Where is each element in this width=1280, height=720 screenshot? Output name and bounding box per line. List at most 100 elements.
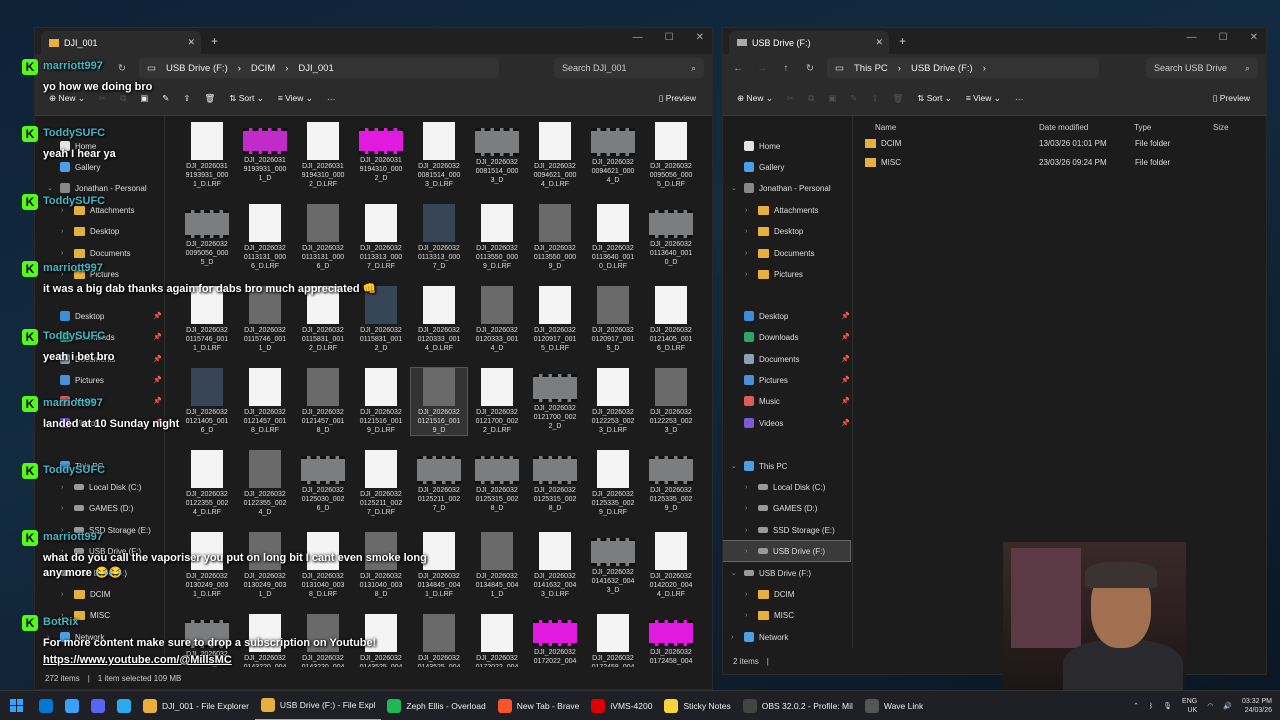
volume-icon[interactable]: 🔊 [1223,702,1232,710]
file-item[interactable]: DJI_2026032 0120917_001 5_D.LRF [527,286,583,353]
file-item[interactable]: DJI_2026032 0122355_002 4_D [237,450,293,517]
chevron-icon[interactable]: › [61,207,69,214]
taskbar-app[interactable]: Wave Link [859,691,929,720]
file-item[interactable]: DJI_2026032 0125211_002 7_D.LRF [353,450,409,517]
file-item[interactable]: DJI_2026032 0113313_000 7_D.LRF [353,204,409,271]
file-item[interactable]: DJI_2026032 0121700_002 2_D [527,368,583,431]
taskbar-app[interactable]: Sticky Notes [658,691,736,720]
cut-icon[interactable]: ✂ [787,93,794,104]
sidebar-item[interactable]: › GAMES (D:) [35,498,162,518]
tab-usb[interactable]: USB Drive (F:) ✕ [729,31,889,54]
sidebar-item[interactable]: ⌄ This PC [723,456,850,476]
chevron-icon[interactable]: ⌄ [731,184,739,192]
crumb-dji[interactable]: DJI_001 [298,63,333,74]
chevron-icon[interactable]: › [745,250,753,257]
file-item[interactable]: DJI_2026032 0125211_002 7_D [411,450,467,513]
close-icon[interactable]: ✕ [696,32,704,43]
taskbar-app[interactable]: OBS 32.0.2 - Profile: Mil [737,691,859,720]
sort-button[interactable]: ⇅ Sort ⌄ [917,93,952,104]
file-item[interactable]: DJI_2026032 0113131_000 6_D [295,204,351,271]
table-row[interactable]: MISC 23/03/26 09:24 PM File folder [865,153,1266,171]
clock[interactable]: 03:32 PM 24/03/26 [1242,697,1272,715]
language-indicator[interactable]: ENG UK [1182,697,1197,715]
column-size[interactable]: Size [1213,123,1229,132]
crumb-dcim[interactable]: DCIM [251,63,275,74]
file-item[interactable]: DJI_2026032 0122253_002 3_D [643,368,699,435]
file-item[interactable]: DJI_2026032 0113550_000 9_D [527,204,583,271]
file-item[interactable]: DJI_2026032 0121405_001 6_D [179,368,235,435]
file-item[interactable]: DJI_2026032 0081514_000 3_D [469,122,525,185]
forward-icon[interactable]: → [755,63,769,74]
sidebar-item[interactable]: Music 📌 [723,391,850,411]
taskbar-app[interactable]: New Tab - Brave [492,691,586,720]
file-item[interactable]: DJI_2026032 0095056_000 5_D.LRF [643,122,699,189]
mic-icon[interactable]: 🎙 [1163,702,1172,710]
file-item[interactable]: DJI_2026032 0125315_002 8_D [527,450,583,513]
taskbar-app[interactable] [59,691,85,720]
chevron-icon[interactable]: › [745,591,753,598]
file-item[interactable]: DJI_2026031 9194310_000 2_D [353,122,409,183]
new-tab-icon[interactable]: + [899,34,906,48]
chevron-icon[interactable]: › [745,207,753,214]
start-button[interactable] [0,691,33,720]
taskbar-app[interactable] [85,691,111,720]
tab-dji[interactable]: DJI_001 ✕ [41,31,201,54]
chevron-icon[interactable]: › [745,271,753,278]
search-input[interactable]: Search USB Drive ⌕ [1146,58,1258,78]
file-item[interactable]: DJI_2026032 0113640_001 0_D.LRF [585,204,641,271]
file-item[interactable]: DJI_2026032 0081514_000 3_D.LRF [411,122,467,189]
sidebar-item[interactable]: Pictures 📌 [723,370,850,390]
chevron-icon[interactable]: › [745,505,753,512]
file-item[interactable]: DJI_2026032 0122355_002 4_D.LRF [179,450,235,517]
sidebar-item[interactable]: › Desktop [35,221,162,241]
breadcrumb[interactable]: ▭ This PC › USB Drive (F:) › [827,58,1099,78]
refresh-icon[interactable]: ↻ [803,63,817,74]
chevron-icon[interactable]: › [61,505,69,512]
sidebar-item[interactable]: › DCIM [723,584,850,604]
close-tab-icon[interactable]: ✕ [187,37,195,48]
file-item[interactable]: DJI_2026032 0095056_000 5_D [179,204,235,267]
taskbar-app[interactable] [111,691,137,720]
sidebar-item[interactable]: Videos 📌 [723,413,850,433]
file-item[interactable]: DJI_2026032 0121516_001 9_D [410,367,468,436]
taskbar-app[interactable]: USB Drive (F:) - File Expl [254,691,382,720]
file-item[interactable]: DJI_2026032 0120333_001 4_D.LRF [411,286,467,353]
sidebar-item[interactable]: ⌄ USB Drive (F:) [723,563,850,583]
sidebar-item[interactable]: Desktop 📌 [723,306,850,326]
file-item[interactable]: DJI_2026032 0172022_004 [527,614,583,666]
chevron-icon[interactable]: › [745,612,753,619]
chevron-icon[interactable]: › [61,591,69,598]
rename-icon[interactable]: ✎ [162,93,169,104]
file-item[interactable]: DJI_2026032 0172458_004 [585,614,641,672]
column-date[interactable]: Date modified [1039,123,1088,132]
sidebar-item[interactable]: Downloads 📌 [723,327,850,347]
column-name[interactable]: Name [875,123,896,132]
file-item[interactable]: DJI_2026032 0113550_000 9_D.LRF [469,204,525,271]
crumb-drive[interactable]: USB Drive (F:) [166,63,228,74]
chevron-icon[interactable]: › [61,250,69,257]
close-icon[interactable]: ✕ [1250,32,1258,43]
file-item[interactable]: DJI_2026032 0120333_001 4_D [469,286,525,353]
file-item[interactable]: DJI_2026031 9193931_000 1_D.LRF [179,122,235,189]
up-icon[interactable]: ↑ [779,63,793,74]
rename-icon[interactable]: ✎ [850,93,857,104]
paste-icon[interactable]: ▣ [828,93,836,104]
chevron-icon[interactable]: › [61,484,69,491]
sidebar-item[interactable]: › SSD Storage (E:) [723,520,850,540]
file-item[interactable]: DJI_2026032 0172022_004 [469,614,525,672]
maximize-icon[interactable]: ☐ [1219,32,1228,43]
file-item[interactable]: DJI_2026032 0141632_004 3_D [585,532,641,595]
search-input[interactable]: Search DJI_001 ⌕ [554,58,704,78]
preview-button[interactable]: ▯ Preview [659,93,696,104]
new-button[interactable]: ⊕ New ⌄ [737,93,773,104]
sidebar-item[interactable]: › Documents [35,243,162,263]
file-item[interactable]: DJI_2026032 0142020_004 4_D.LRF [643,532,699,599]
taskbar-app[interactable]: DJI_001 - File Explorer [137,691,255,720]
chevron-icon[interactable]: › [745,484,753,491]
new-tab-icon[interactable]: + [211,34,218,48]
sidebar-item[interactable]: Home [723,136,850,156]
sidebar-item[interactable]: › Local Disk (C:) [723,477,850,497]
file-item[interactable]: DJI_2026032 0125315_002 8_D [469,450,525,513]
chevron-icon[interactable]: › [745,527,753,534]
more-icon[interactable]: ··· [327,94,336,104]
